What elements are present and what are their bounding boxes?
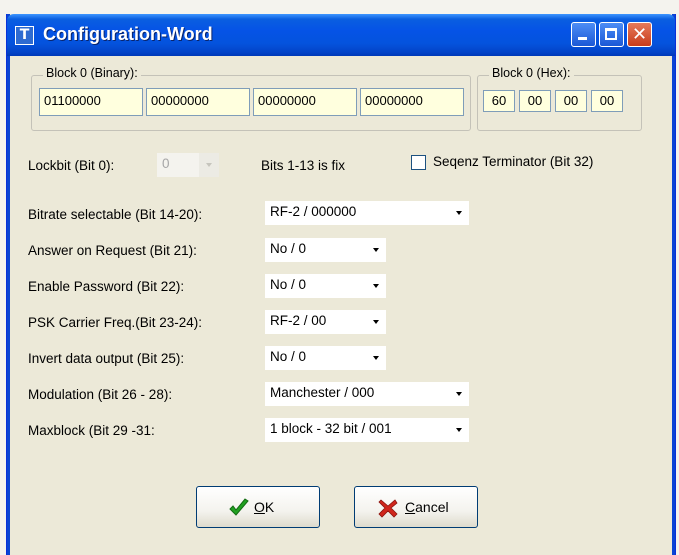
bitrate-value: RF-2 / 000000 [270, 204, 357, 219]
title-bar[interactable]: T Configuration-Word ✕ [7, 14, 675, 56]
enable-password-value: No / 0 [270, 277, 307, 292]
cancel-accel: C [405, 499, 416, 515]
bitrate-label: Bitrate selectable (Bit 14-20): [28, 207, 203, 222]
invert-output-label: Invert data output (Bit 25): [28, 351, 185, 366]
cancel-x-icon [378, 499, 398, 518]
modulation-value: Manchester / 000 [270, 385, 375, 400]
binary-group-legend: Block 0 (Binary): [43, 66, 141, 80]
binary-byte-0-field[interactable]: 01100000 [39, 88, 143, 116]
psk-carrier-select[interactable]: RF-2 / 00 [265, 310, 386, 334]
chevron-down-icon [199, 153, 219, 177]
ok-accel: O [254, 499, 265, 515]
psk-carrier-label: PSK Carrier Freq.(Bit 23-24): [28, 315, 203, 330]
hex-byte-1-field[interactable]: 00 [519, 90, 551, 112]
chevron-down-icon[interactable] [449, 382, 469, 406]
maxblock-value: 1 block - 32 bit / 001 [270, 421, 392, 436]
bits-fix-note: Bits 1-13 is fix [261, 158, 346, 173]
enable-password-label: Enable Password (Bit 22): [28, 279, 185, 294]
seq-terminator-checkbox[interactable] [411, 155, 426, 170]
chevron-down-icon[interactable] [366, 310, 386, 334]
cancel-rest: ancel [415, 499, 449, 515]
hex-byte-0-field[interactable]: 60 [483, 90, 515, 112]
chevron-down-icon[interactable] [449, 201, 469, 225]
app-icon: T [15, 26, 34, 45]
invert-output-select[interactable]: No / 0 [265, 346, 386, 370]
hex-byte-2-field[interactable]: 00 [555, 90, 587, 112]
enable-password-select[interactable]: No / 0 [265, 274, 386, 298]
maximize-button[interactable] [599, 22, 624, 47]
window-title: Configuration-Word [43, 24, 213, 44]
answer-on-request-select[interactable]: No / 0 [265, 238, 386, 262]
invert-output-value: No / 0 [270, 349, 307, 364]
cancel-button[interactable]: Cancel [354, 486, 478, 528]
binary-byte-3-field[interactable]: 00000000 [360, 88, 464, 116]
configuration-word-dialog: T Configuration-Word ✕ Block 0 (Binary):… [6, 14, 676, 555]
minimize-icon [578, 37, 587, 40]
maxblock-select[interactable]: 1 block - 32 bit / 001 [265, 418, 469, 442]
checkmark-icon [229, 498, 249, 516]
ok-button-label: OK [254, 499, 274, 515]
ok-rest: K [264, 499, 275, 515]
answer-on-request-label: Answer on Request (Bit 21): [28, 243, 197, 258]
modulation-select[interactable]: Manchester / 000 [265, 382, 469, 406]
maximize-icon [605, 28, 617, 40]
minimize-button[interactable] [571, 22, 596, 47]
maxblock-label: Maxblock (Bit 29 -31: [28, 423, 155, 438]
answer-on-request-value: No / 0 [270, 241, 307, 256]
bitrate-select[interactable]: RF-2 / 000000 [265, 201, 469, 225]
chevron-down-icon[interactable] [366, 238, 386, 262]
psk-carrier-value: RF-2 / 00 [270, 313, 327, 328]
chevron-down-icon[interactable] [449, 418, 469, 442]
modulation-label: Modulation (Bit 26 - 28): [28, 387, 173, 402]
cancel-button-label: Cancel [405, 499, 449, 515]
lockbit-label: Lockbit (Bit 0): [28, 158, 115, 173]
ok-button[interactable]: OK [196, 486, 320, 528]
chevron-down-icon[interactable] [366, 274, 386, 298]
seq-terminator-label[interactable]: Seqenz Terminator (Bit 32) [433, 154, 593, 169]
chevron-down-icon[interactable] [366, 346, 386, 370]
hex-byte-3-field[interactable]: 00 [591, 90, 623, 112]
binary-byte-2-field[interactable]: 00000000 [253, 88, 357, 116]
lockbit-select: 0 [157, 153, 219, 177]
binary-byte-1-field[interactable]: 00000000 [146, 88, 250, 116]
lockbit-value: 0 [162, 156, 170, 171]
close-button[interactable]: ✕ [627, 22, 652, 47]
close-icon: ✕ [631, 24, 648, 45]
hex-group-legend: Block 0 (Hex): [489, 66, 574, 80]
